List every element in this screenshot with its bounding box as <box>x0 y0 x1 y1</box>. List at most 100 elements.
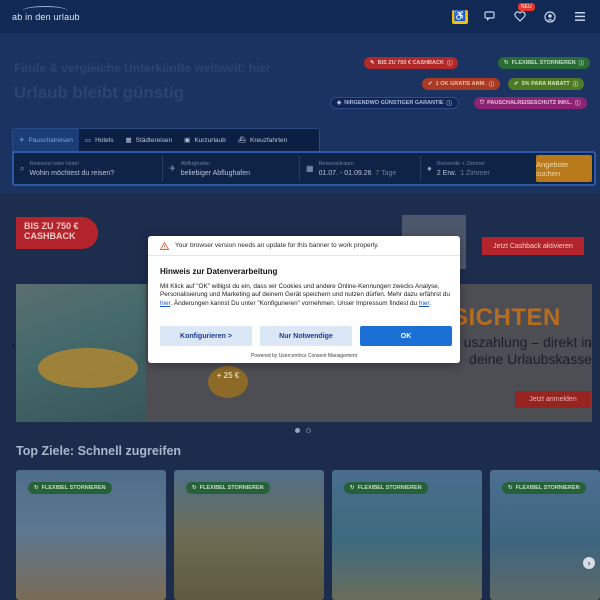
consent-text-part: . Änderungen kannst Du unter "Konfigurie… <box>170 299 419 307</box>
imprint-link[interactable]: hier <box>419 300 429 307</box>
shield-icon: ⛉ <box>480 99 485 106</box>
banner-title: SICHTEN <box>452 304 561 331</box>
info-icon: ⓘ <box>488 82 495 88</box>
refresh-icon: ↻ <box>504 60 509 66</box>
flexible-cancel-tag: ↻ FLEXIBEL STORNIEREN <box>186 482 270 494</box>
hero-section: Finde & vergleiche Unterkünfte weltweit:… <box>0 33 600 193</box>
destination-card[interactable]: ↻ FLEXIBEL STORNIEREN <box>332 470 482 600</box>
ok-button[interactable]: OK <box>360 326 452 346</box>
tag-icon: ✎ <box>370 60 375 66</box>
tab-label: Kreuzfahrten <box>250 136 288 144</box>
tab-label: Pauschalreisen <box>28 136 73 144</box>
pool-float-image <box>38 348 138 388</box>
destination-input[interactable]: Wohin möchtest du reisen? <box>29 170 114 177</box>
period-label: Reisezeitraum <box>318 160 354 167</box>
flexible-cancel-tag: ↻ FLEXIBEL STORNIEREN <box>344 482 428 494</box>
badge-price-guarantee[interactable]: ◆ NIRGENDWO GÜNSTIGER GARANTIE ⓘ <box>330 97 460 109</box>
favorites-heart-icon[interactable]: NEU <box>512 2 535 24</box>
airport-value: beliebiger Abflughafen <box>180 169 250 177</box>
search-icon: ⌕ <box>20 163 25 173</box>
hero-title: Finde & vergleiche Unterkünfte weltweit:… <box>14 61 271 75</box>
refresh-icon: ↻ <box>508 485 513 491</box>
cards-next-arrow[interactable]: › <box>583 557 595 569</box>
period-duration: 7 Tage <box>375 169 397 177</box>
search-tabs: ✈ Pauschalreisen ▭ Hotels ▦ Städtereisen ▣ K… <box>12 128 320 151</box>
configure-button[interactable]: Konfigurieren > <box>160 326 252 346</box>
accessibility-icon[interactable]: ♿ <box>452 9 468 24</box>
refresh-icon: ↻ <box>192 485 197 491</box>
carousel-next-arrow[interactable]: › <box>588 340 591 351</box>
check-icon: ✔ <box>428 81 433 87</box>
guests-rooms: 1 Zimmer <box>460 169 490 177</box>
tab-staedtereisen[interactable]: ▦ Städtereisen <box>120 129 179 151</box>
tab-label: Hotels <box>95 136 114 144</box>
bonus-badge: + 25 € <box>208 366 248 398</box>
tag-label: FLEXIBEL STORNIEREN <box>515 485 580 491</box>
bed-icon: ▭ <box>84 137 92 144</box>
guests-field[interactable]: ● Reisende + Zimmer 2 Erw. 1 Zimmer <box>421 153 533 184</box>
consent-text: Mit Klick auf "OK" willigst du ein, dass… <box>160 283 450 308</box>
info-icon: ⓘ <box>446 101 453 107</box>
user-account-icon[interactable] <box>542 10 558 24</box>
period-field[interactable]: ▦ Reisezeitraum 01.07. - 01.09.26 7 Tage <box>300 153 420 184</box>
tag-label: FLEXIBEL STORNIEREN <box>357 485 422 491</box>
section-heading: Top Ziele: Schnell zugreifen <box>16 444 182 458</box>
badge-discount[interactable]: ✔ 5% PARA RABATT ⓘ <box>508 78 585 90</box>
privacy-link[interactable]: hier <box>160 300 170 307</box>
calendar-icon: ▦ <box>306 164 314 173</box>
consent-text-part: Mit Klick auf "OK" willigst du ein, dass… <box>160 283 450 299</box>
badge-free-registration[interactable]: ✔ 1 OK GRATIS ANM. ⓘ <box>422 78 501 90</box>
tab-kreuzfahrten[interactable]: ⛴ Kreuzfahrten <box>232 129 293 151</box>
destination-label: Reiseziel oder Hotel <box>29 160 79 167</box>
search-widget: ✈ Pauschalreisen ▭ Hotels ▦ Städtereisen ▣ K… <box>12 128 596 186</box>
chat-icon[interactable] <box>482 10 498 24</box>
consent-buttons: Konfigurieren > Nur Notwendige OK <box>160 326 452 346</box>
plane-icon: ✈ <box>19 137 25 144</box>
badge-cashback[interactable]: ✎ BIS ZU 750 € CASHBACK ⓘ <box>364 57 459 69</box>
destination-field[interactable]: ⌕ Reiseziel oder Hotel Wohin möchtest du … <box>14 153 162 184</box>
tab-label: Kurzurlaub <box>194 136 226 144</box>
refresh-icon: ↻ <box>350 485 355 491</box>
new-badge: NEU <box>518 2 535 11</box>
destination-card[interactable]: ↻ FLEXIBEL STORNIEREN <box>16 470 166 600</box>
badge-flexible-cancel[interactable]: ↻ FLEXIBEL STORNIEREN ⓘ <box>498 57 591 69</box>
flexible-cancel-tag: ↻ FLEXIBEL STORNIEREN <box>502 482 586 494</box>
refresh-icon: ↻ <box>34 485 39 491</box>
airport-field[interactable]: ✈ Abflughafen beliebiger Abflughafen <box>163 153 299 184</box>
plane-icon: ✈ <box>169 164 176 173</box>
search-submit-button[interactable]: Angebote suchen <box>536 155 592 182</box>
powered-by-text: Powered by Usercentrics Consent Manageme… <box>250 353 358 359</box>
tab-pauschalreisen[interactable]: ✈ Pauschalreisen <box>13 129 79 151</box>
ship-icon: ⛴ <box>237 137 247 144</box>
cashback-tag: BIS ZU 750 € CASHBACK <box>16 217 98 249</box>
consent-dialog: Your browser version needs an update for… <box>148 236 460 363</box>
badge-label: 5% PARA RABATT <box>521 81 570 87</box>
tab-kurzurlaub[interactable]: ▣ Kurzurlaub <box>178 129 232 151</box>
warning-icon <box>160 241 169 250</box>
consent-title: Hinweis zur Datenverarbeitung <box>160 267 278 276</box>
activate-cashback-button[interactable]: Jetzt Cashback aktivieren <box>482 237 584 255</box>
warning-text: Your browser version needs an update for… <box>175 242 379 249</box>
tag-label: FLEXIBEL STORNIEREN <box>199 485 264 491</box>
guests-adults: 2 Erw. <box>436 169 457 177</box>
info-icon: ⓘ <box>578 61 585 67</box>
banner-subtitle: uszahlung – direkt in deine Urlaubskasse <box>463 334 592 367</box>
register-now-button[interactable]: Jetzt anmelden <box>515 391 591 408</box>
destination-card[interactable]: ↻ FLEXIBEL STORNIEREN <box>174 470 324 600</box>
logo[interactable]: ab in den urlaub <box>12 5 80 22</box>
badge-label: FLEXIBEL STORNIEREN <box>511 60 576 66</box>
hero-subtitle: Urlaub bleibt günstig <box>14 83 184 102</box>
destination-card[interactable]: ↻ FLEXIBEL STORNIEREN <box>490 470 600 600</box>
tab-hotels[interactable]: ▭ Hotels <box>79 129 120 151</box>
menu-icon[interactable] <box>572 10 588 24</box>
badge-travel-protection[interactable]: ⛉ PAUSCHALREISESCHUTZ INKL. ⓘ <box>474 97 587 109</box>
carousel-prev-arrow[interactable]: ‹ <box>12 340 15 351</box>
period-value: 01.07. - 01.09.26 <box>318 169 372 177</box>
carousel-dot[interactable] <box>306 428 311 433</box>
info-icon: ⓘ <box>572 82 579 88</box>
necessary-only-button[interactable]: Nur Notwendige <box>260 326 352 346</box>
airport-label: Abflughafen <box>180 160 211 167</box>
guests-label: Reisende + Zimmer <box>436 160 485 167</box>
top-navigation-bar: ab in den urlaub ♿ NEU <box>0 0 600 33</box>
carousel-dot-active[interactable] <box>295 428 300 433</box>
